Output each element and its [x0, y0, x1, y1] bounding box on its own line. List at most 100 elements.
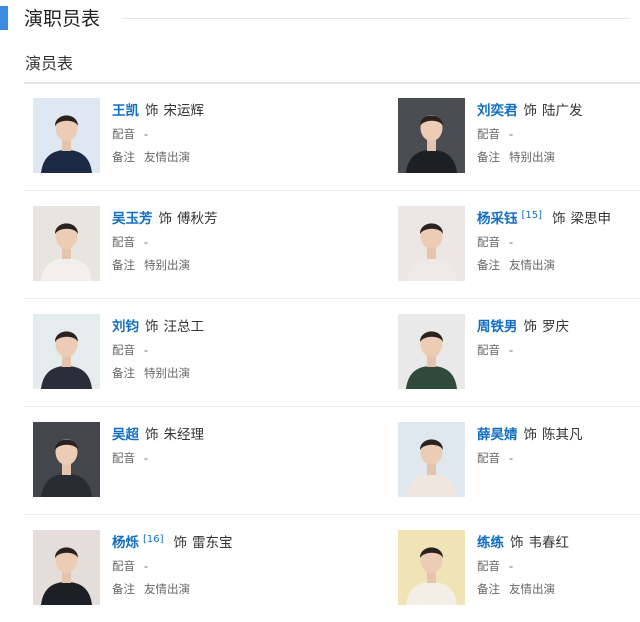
role-name: 汪总工: [163, 319, 205, 335]
dubbing-row: 配音 -: [477, 450, 513, 466]
cast-card[interactable]: 薛昊婧饰陈其凡配音 -: [389, 408, 640, 514]
role-name: 朱经理: [163, 427, 205, 443]
actor-name-link[interactable]: 杨采钰: [477, 211, 518, 227]
dubbing-row: 配音 -: [477, 126, 513, 142]
plays-label: 饰: [145, 103, 159, 119]
cast-card[interactable]: 王凯饰宋运辉 配音 - 备注 友情出演: [24, 84, 324, 190]
plays-label: 饰: [145, 319, 159, 335]
note-value: 特别出演: [509, 150, 555, 164]
dubbing-row: 配音 -: [477, 558, 513, 574]
actor-name-link[interactable]: 练练: [477, 535, 504, 551]
cast-card[interactable]: 刘奕君饰陆广发配音 - 备注 特别出演: [389, 84, 640, 190]
cast-card[interactable]: 吴玉芳饰傅秋芳 配音 - 备注 特别出演: [24, 192, 324, 298]
dubbing-label: 配音: [112, 127, 135, 141]
role-name: 陆广发: [542, 103, 583, 119]
note-value: 特别出演: [144, 366, 190, 380]
cast-name-line: 杨采钰 [15] 饰梁思申: [477, 207, 611, 227]
dubbing-label: 配音: [112, 343, 135, 357]
actor-name-link[interactable]: 刘钧: [112, 319, 139, 335]
cast-name-line: 周铁男饰罗庆: [477, 315, 569, 335]
note-label: 备注: [477, 150, 500, 164]
dubbing-value: -: [509, 127, 514, 141]
dubbing-value: -: [509, 451, 514, 465]
actor-photo[interactable]: [33, 98, 100, 173]
plays-label: 饰: [145, 427, 159, 443]
actor-name-link[interactable]: 王凯: [112, 103, 139, 119]
row-divider: [24, 514, 640, 515]
note-value: 特别出演: [144, 258, 190, 272]
cast-name-line: 刘奕君饰陆广发: [477, 99, 583, 119]
dubbing-label: 配音: [112, 451, 135, 465]
note-value: 友情出演: [144, 582, 190, 596]
note-label: 备注: [477, 582, 500, 596]
actor-photo[interactable]: [398, 530, 465, 605]
dubbing-label: 配音: [477, 235, 500, 249]
citation-link[interactable]: [16]: [143, 534, 164, 545]
note-label: 备注: [112, 150, 135, 164]
actor-name-link[interactable]: 薛昊婧: [477, 427, 518, 443]
dubbing-value: -: [509, 559, 514, 573]
dubbing-row: 配音 -: [477, 342, 513, 358]
note-value: 友情出演: [509, 582, 555, 596]
note-label: 备注: [112, 582, 135, 596]
note-value: 友情出演: [144, 150, 190, 164]
note-row: 备注 友情出演: [477, 257, 555, 273]
actor-name-link[interactable]: 刘奕君: [477, 103, 518, 119]
note-label: 备注: [477, 258, 500, 272]
actor-photo[interactable]: [33, 530, 100, 605]
cast-name-line: 王凯饰宋运辉: [112, 99, 204, 119]
dubbing-value: -: [509, 343, 514, 357]
dubbing-label: 配音: [477, 451, 500, 465]
cast-card[interactable]: 杨烁 [16] 饰雷东宝 配音 - 备注 友情出演: [24, 516, 324, 622]
actor-photo[interactable]: [398, 422, 465, 497]
note-row: 备注 友情出演: [112, 581, 190, 597]
citation-link[interactable]: [15]: [522, 210, 543, 221]
dubbing-row: 配音 -: [112, 558, 148, 574]
section-header: 演职员表: [0, 0, 640, 36]
actor-photo[interactable]: [398, 206, 465, 281]
plays-label: 饰: [523, 103, 538, 119]
cast-name-line: 薛昊婧饰陈其凡: [477, 423, 583, 443]
cast-grid: 王凯饰宋运辉 配音 - 备注 友情出演 刘奕君饰陆广发 配音 - 备注 特别出演 吴玉芳饰傅秋芳 配音…: [0, 84, 640, 605]
dubbing-row: 配音 -: [112, 126, 148, 142]
note-row: 备注 特别出演: [112, 257, 190, 273]
dubbing-value: -: [144, 235, 149, 249]
plays-label: 饰: [158, 211, 173, 227]
cast-name-line: 吴玉芳饰傅秋芳: [112, 207, 218, 227]
role-name: 宋运辉: [163, 103, 205, 119]
plays-label: 饰: [510, 535, 524, 551]
actor-photo[interactable]: [398, 314, 465, 389]
role-name: 罗庆: [542, 319, 569, 335]
row-divider: [24, 406, 640, 407]
role-name: 陈其凡: [542, 427, 583, 443]
dubbing-row: 配音 -: [112, 342, 148, 358]
cast-card[interactable]: 练练饰韦春红 配音 - 备注 友情出演: [389, 516, 640, 622]
actor-name-link[interactable]: 杨烁: [112, 535, 139, 551]
actor-photo[interactable]: [398, 98, 465, 173]
actor-name-link[interactable]: 吴超: [112, 427, 139, 443]
section-title: 演职员表: [24, 8, 101, 30]
cast-card[interactable]: 周铁男饰罗庆配音 -: [389, 300, 640, 406]
note-row: 备注 特别出演: [112, 365, 190, 381]
cast-name-line: 杨烁 [16] 饰雷东宝: [112, 531, 233, 551]
actor-photo[interactable]: [33, 314, 100, 389]
row-divider: [24, 190, 640, 191]
note-row: 备注 特别出演: [477, 149, 555, 165]
plays-label: 饰: [523, 427, 538, 443]
actor-photo[interactable]: [33, 422, 100, 497]
cast-name-line: 刘钧饰汪总工: [112, 315, 204, 335]
section-accent-bar: [0, 6, 8, 30]
subsection-title: 演员表: [25, 54, 74, 73]
cast-name-line: 练练饰韦春红: [477, 531, 569, 551]
note-label: 备注: [112, 258, 135, 272]
cast-card[interactable]: 杨采钰 [15] 饰梁思申 配音 - 备注 友情出演: [389, 192, 640, 298]
actor-name-link[interactable]: 周铁男: [477, 319, 518, 335]
cast-card[interactable]: 吴超饰朱经理 配音 -: [24, 408, 324, 514]
role-name: 雷东宝: [192, 535, 233, 551]
cast-name-line: 吴超饰朱经理: [112, 423, 204, 443]
dubbing-label: 配音: [112, 559, 135, 573]
role-name: 韦春红: [528, 535, 570, 551]
actor-photo[interactable]: [33, 206, 100, 281]
actor-name-link[interactable]: 吴玉芳: [112, 211, 153, 227]
cast-card[interactable]: 刘钧饰汪总工 配音 - 备注 特别出演: [24, 300, 324, 406]
